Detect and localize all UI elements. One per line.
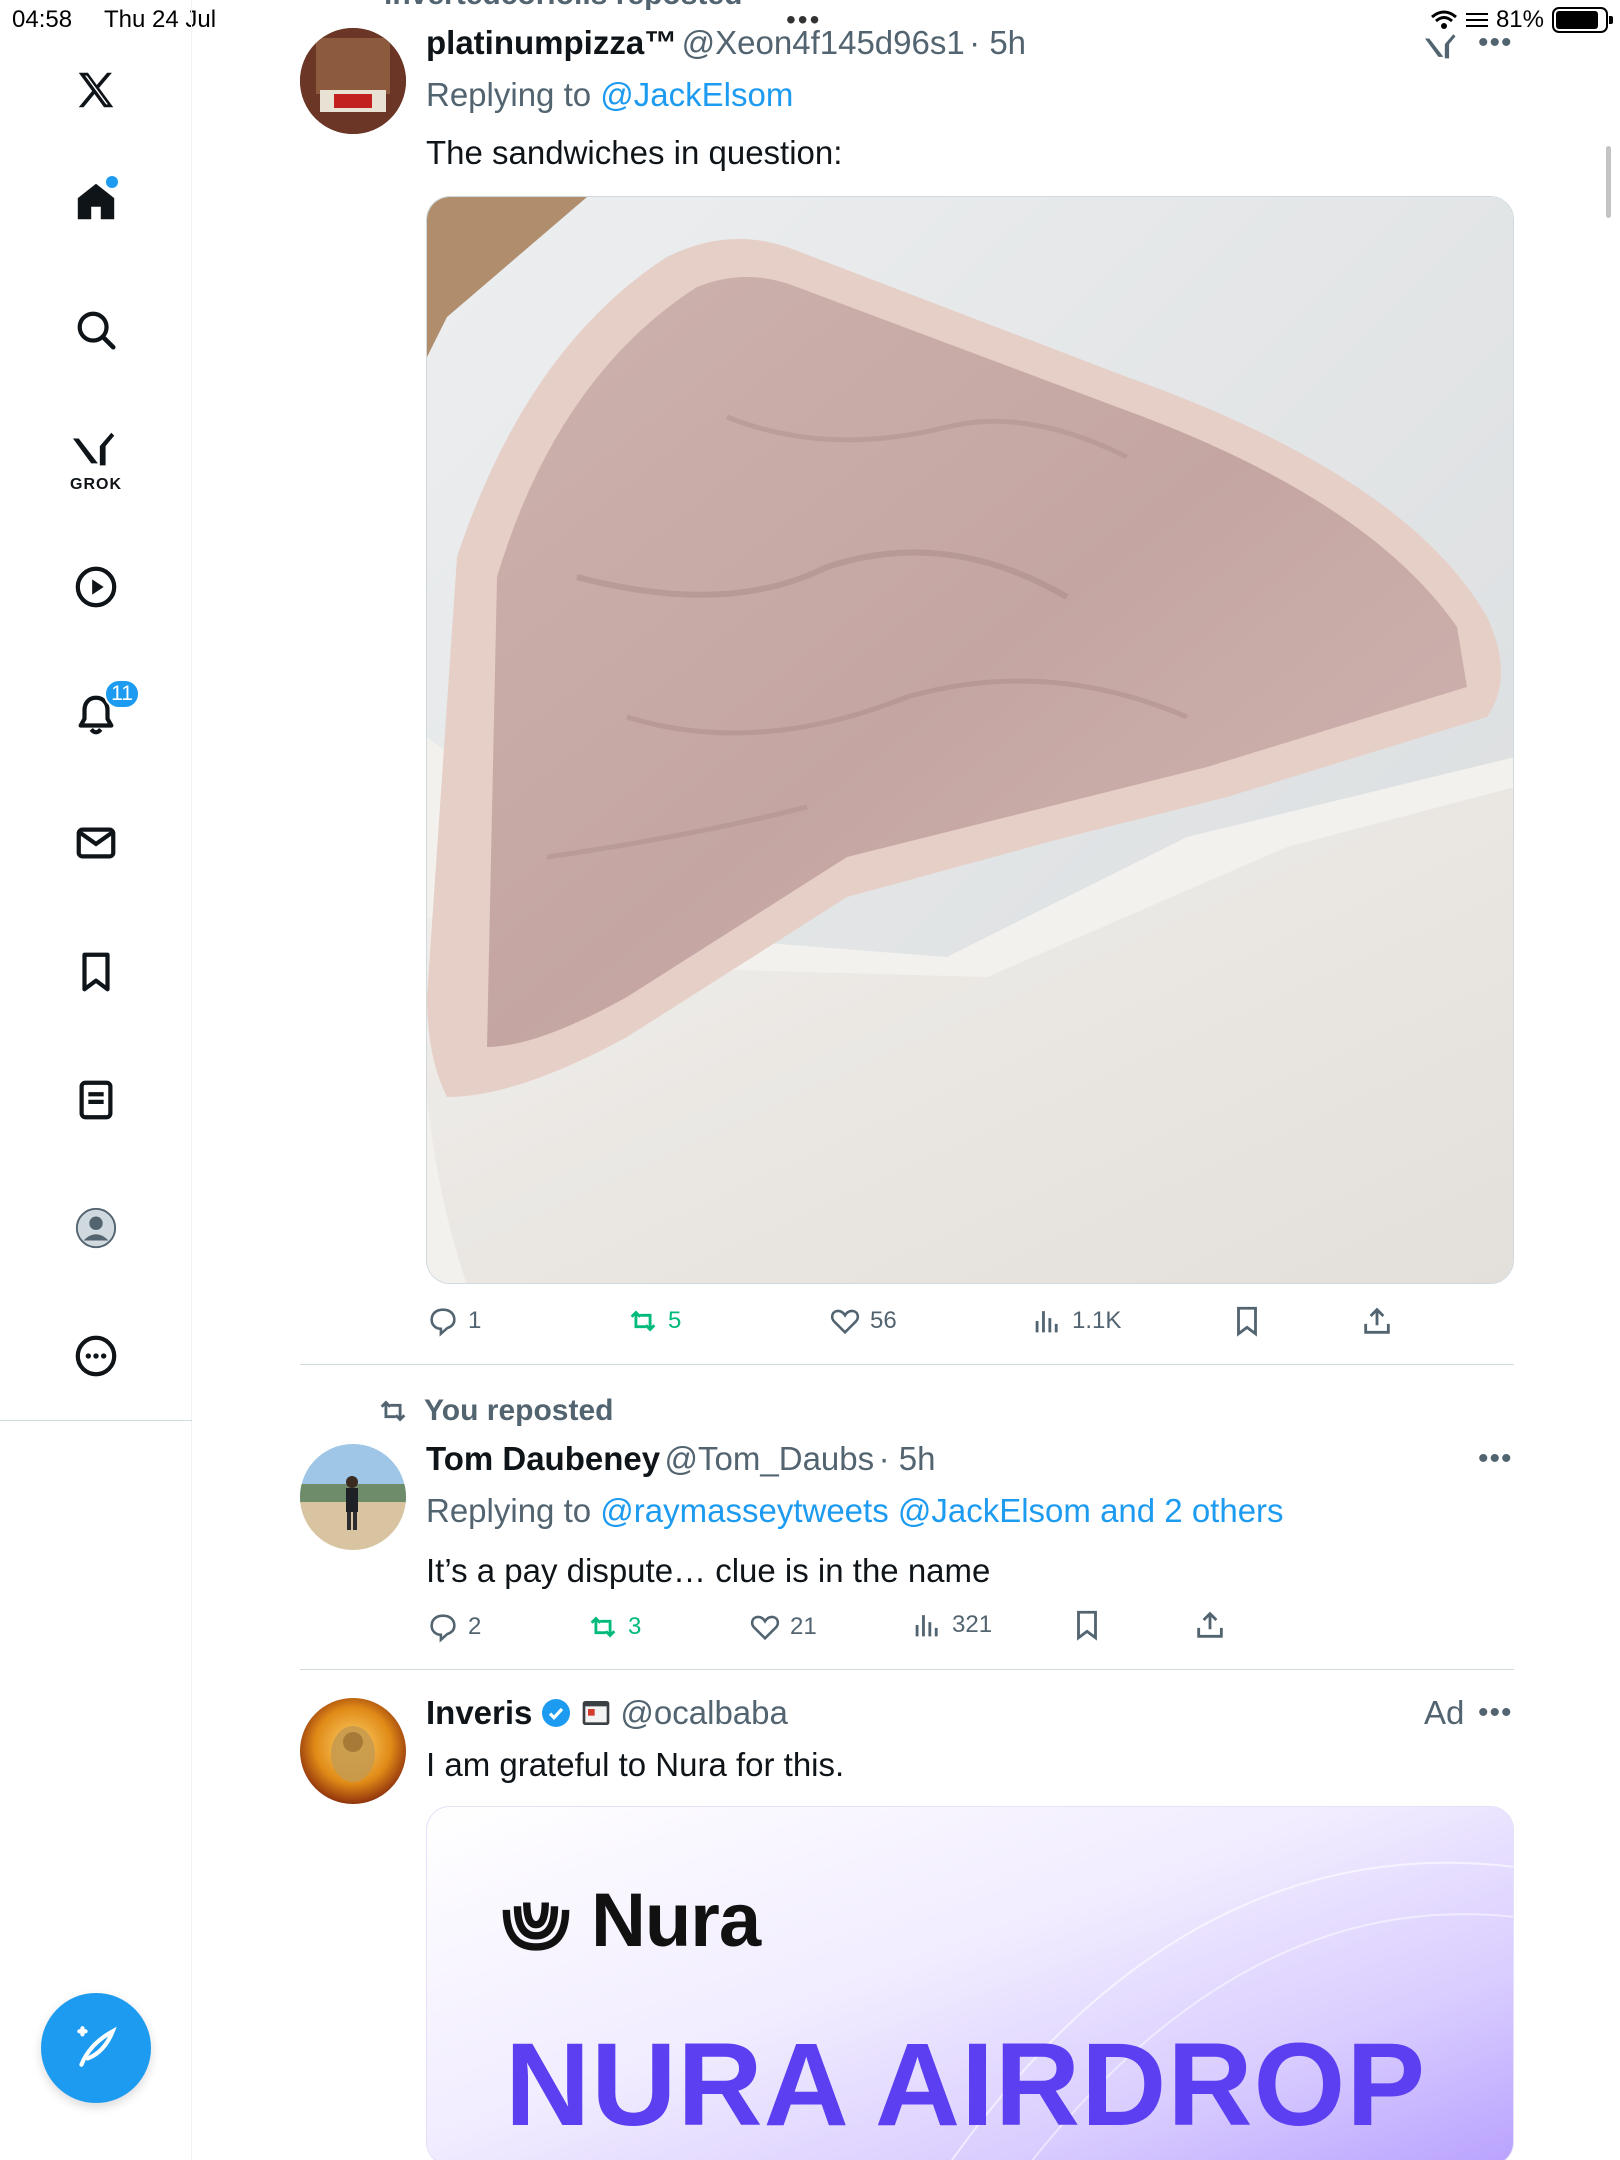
reply-icon bbox=[430, 1308, 456, 1337]
bell-icon[interactable]: 11 bbox=[56, 675, 140, 755]
repost-label: You reposted bbox=[424, 1394, 614, 1427]
heart-icon bbox=[830, 1309, 860, 1335]
share-button[interactable] bbox=[1360, 1304, 1394, 1338]
home-unread-dot bbox=[106, 176, 118, 188]
more-icon[interactable] bbox=[56, 1316, 136, 1396]
views-button[interactable]: 1.1K bbox=[1030, 1304, 1121, 1338]
share-button[interactable] bbox=[1193, 1608, 1227, 1642]
affiliate-badge-icon bbox=[583, 1701, 610, 1725]
more-options-icon[interactable]: ••• bbox=[1478, 1442, 1513, 1476]
search-icon[interactable] bbox=[56, 290, 136, 370]
tweet-time[interactable]: · 5h bbox=[969, 24, 1026, 61]
reply-button[interactable]: 2 bbox=[426, 1610, 481, 1644]
tweet-text: It’s a pay dispute… clue is in the name bbox=[426, 1552, 991, 1589]
mention-link[interactable]: @raymasseytweets @JackElsom and 2 others bbox=[600, 1492, 1283, 1529]
compose-button[interactable] bbox=[41, 1993, 151, 2103]
tweet-text: The sandwiches in question: bbox=[426, 134, 843, 171]
tweet-text: I am grateful to Nura for this. bbox=[426, 1746, 845, 1783]
grok-icon[interactable] bbox=[1425, 30, 1459, 64]
tweet-divider bbox=[300, 1669, 1514, 1670]
avatar[interactable] bbox=[300, 1698, 406, 1804]
repost-label: invertedcoriolis reposted bbox=[384, 0, 742, 12]
battery-icon bbox=[1552, 7, 1613, 33]
sidebar: GROK 11 bbox=[0, 0, 192, 2160]
ad-headline: NURA AIRDROP bbox=[505, 2019, 1427, 2151]
views-icon bbox=[915, 1615, 938, 1637]
tweet-photo[interactable] bbox=[426, 196, 1514, 1284]
repost-icon bbox=[630, 1310, 656, 1332]
share-icon bbox=[1197, 1611, 1223, 1638]
sidebar-divider bbox=[0, 1420, 192, 1421]
repost-icon bbox=[380, 1400, 406, 1422]
tweet-time[interactable]: · 5h bbox=[879, 1440, 936, 1477]
more-options-icon[interactable]: ••• bbox=[1478, 1696, 1513, 1730]
tweet-header: Inveris @ocalbaba bbox=[426, 1694, 788, 1732]
home-icon[interactable] bbox=[56, 162, 136, 242]
list-icon[interactable] bbox=[56, 1060, 136, 1140]
brand-name: Nura bbox=[591, 1878, 761, 1963]
reply-button[interactable]: 1 bbox=[426, 1304, 481, 1338]
avatar-image bbox=[300, 28, 406, 134]
x-logo-icon[interactable] bbox=[56, 50, 136, 130]
bookmark-button[interactable] bbox=[1230, 1304, 1264, 1338]
tweet-header: Tom Daubeney @Tom_Daubs · 5h bbox=[426, 1440, 935, 1478]
repost-button[interactable]: 3 bbox=[586, 1610, 641, 1644]
bookmark-icon bbox=[1237, 1306, 1257, 1337]
reply-icon bbox=[430, 1614, 456, 1643]
views-icon bbox=[1035, 1311, 1058, 1333]
replying-to: Replying to @raymasseytweets @JackElsom … bbox=[426, 1492, 1284, 1529]
repost-header: You reposted bbox=[376, 1394, 613, 1428]
grok-label: GROK bbox=[70, 476, 122, 493]
repost-button[interactable]: 5 bbox=[626, 1304, 681, 1338]
share-icon bbox=[1364, 1307, 1390, 1334]
author-handle[interactable]: @Tom_Daubs bbox=[665, 1440, 875, 1477]
brand-row: Nura bbox=[499, 1877, 761, 1964]
bookmark-icon bbox=[1077, 1610, 1097, 1641]
bookmark-button[interactable] bbox=[1070, 1608, 1104, 1642]
scrollbar-thumb[interactable] bbox=[1606, 146, 1611, 218]
verified-badge-icon bbox=[542, 1699, 571, 1727]
avatar[interactable] bbox=[300, 1444, 406, 1550]
video-icon[interactable] bbox=[56, 547, 136, 627]
compose-icon bbox=[77, 2026, 117, 2067]
author-name[interactable]: Tom Daubeney bbox=[426, 1440, 660, 1477]
ad-label: Ad bbox=[1424, 1694, 1465, 1731]
like-button[interactable]: 21 bbox=[748, 1610, 817, 1644]
sandwich-photo bbox=[427, 197, 1513, 1283]
heart-icon bbox=[750, 1615, 780, 1641]
profile-icon[interactable] bbox=[56, 1188, 136, 1268]
tweet-divider bbox=[300, 1364, 1514, 1365]
views-button[interactable]: 321 bbox=[910, 1608, 992, 1642]
more-options-icon[interactable]: ••• bbox=[1478, 26, 1513, 60]
ad-card[interactable]: Nura NURA AIRDROP bbox=[426, 1806, 1514, 2160]
notifications-badge: 11 bbox=[104, 679, 140, 709]
avatar[interactable] bbox=[300, 28, 406, 134]
avatar-image bbox=[300, 1698, 406, 1804]
avatar-image bbox=[300, 1444, 406, 1550]
bookmark-icon[interactable] bbox=[56, 932, 136, 1012]
mail-icon[interactable] bbox=[56, 803, 136, 883]
author-handle[interactable]: @ocalbaba bbox=[620, 1694, 787, 1732]
wifi-icon bbox=[1430, 10, 1457, 29]
author-name[interactable]: Inveris bbox=[426, 1694, 532, 1732]
like-button[interactable]: 56 bbox=[828, 1304, 897, 1338]
author-handle[interactable]: @Xeon4f145d96s1 bbox=[682, 24, 965, 61]
mention-link[interactable]: @JackElsom bbox=[600, 76, 793, 113]
tweet-header: platinumpizza™ @Xeon4f145d96s1 · 5h bbox=[426, 24, 1026, 62]
repost-icon bbox=[590, 1616, 616, 1638]
author-name[interactable]: platinumpizza™ bbox=[426, 24, 677, 61]
nura-logo-icon bbox=[502, 1901, 570, 1951]
replying-to: Replying to @JackElsom bbox=[426, 76, 794, 113]
